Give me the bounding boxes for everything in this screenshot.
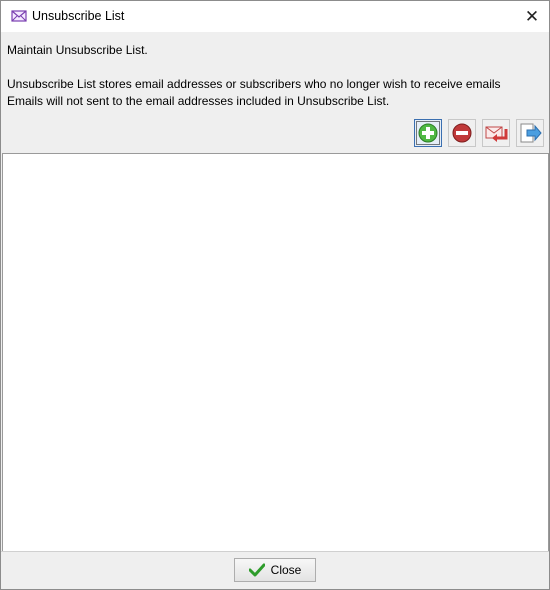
unsubscribe-list[interactable] [2, 153, 549, 552]
export-icon [516, 119, 544, 147]
import-button[interactable] [482, 119, 510, 147]
window-close-button[interactable]: ✕ [515, 1, 549, 32]
footer-divider [1, 551, 549, 552]
checkmark-icon [248, 563, 265, 577]
remove-icon [448, 119, 476, 147]
import-icon [482, 119, 510, 147]
info-line-2: Emails will not sent to the email addres… [7, 94, 390, 108]
close-button[interactable]: Close [234, 558, 316, 582]
export-button[interactable] [516, 119, 544, 147]
title-bar: Unsubscribe List ✕ [1, 1, 549, 32]
add-icon [414, 119, 442, 147]
info-text: Maintain Unsubscribe List. Unsubscribe L… [7, 42, 501, 110]
info-heading: Maintain Unsubscribe List. [7, 43, 148, 57]
close-button-label: Close [270, 563, 302, 577]
window-title: Unsubscribe List [32, 9, 125, 23]
unsubscribe-list-window: Unsubscribe List ✕ Maintain Unsubscribe … [0, 0, 550, 590]
add-button[interactable] [414, 119, 442, 147]
remove-button[interactable] [448, 119, 476, 147]
envelope-icon [11, 9, 27, 23]
info-line-1: Unsubscribe List stores email addresses … [7, 77, 501, 91]
